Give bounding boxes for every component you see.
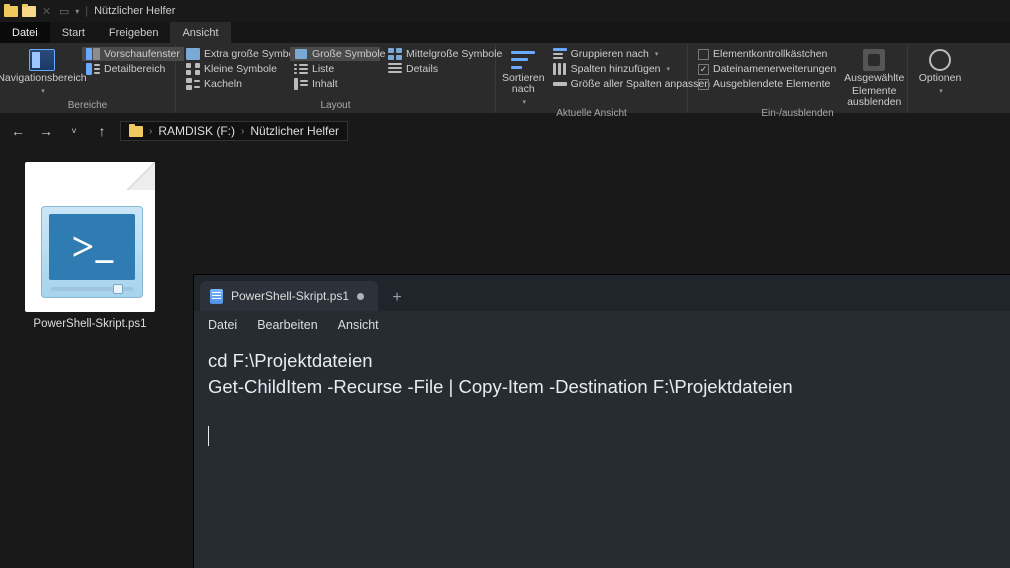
add-columns-icon <box>553 63 567 75</box>
group-by-icon <box>553 48 567 60</box>
options-icon <box>929 49 951 71</box>
hide-selected-button[interactable]: Ausgewählte Elemente ausblenden <box>844 47 904 108</box>
editor-menu-bearbeiten[interactable]: Bearbeiten <box>257 318 317 332</box>
group-label-options <box>908 100 1010 113</box>
layout-list[interactable]: Liste <box>290 62 380 76</box>
document-icon <box>210 289 223 304</box>
group-label-current-view: Aktuelle Ansicht <box>496 108 687 121</box>
unsaved-indicator-icon <box>357 293 364 300</box>
qat-separator: ✕ <box>40 5 53 18</box>
hide-selected-icon <box>863 49 885 71</box>
sort-by-button[interactable]: Sortieren nach ▾ <box>502 47 545 108</box>
layout-list-icon <box>294 63 308 75</box>
layout-md[interactable]: Mittelgroße Symbole <box>384 47 496 61</box>
preview-pane-label: Vorschaufenster <box>104 48 180 60</box>
options-button[interactable]: Optionen ▾ <box>914 47 966 97</box>
window-title: Nützlicher Helfer <box>94 5 175 17</box>
address-folder-icon <box>129 126 143 137</box>
layout-tile-icon <box>186 78 200 90</box>
ribbon-tabs: Datei Start Freigeben Ansicht <box>0 22 1010 44</box>
layout-lg[interactable]: Große Symbole <box>290 47 380 61</box>
layout-details-icon <box>388 63 402 75</box>
nav-pane-label: Navigationsbereich <box>0 73 87 84</box>
layout-content[interactable]: Inhalt <box>290 77 380 91</box>
details-pane-button[interactable]: Detailbereich <box>82 62 184 76</box>
qat-properties-icon[interactable]: ▭ <box>57 4 71 18</box>
nav-back-button[interactable]: ← <box>8 123 28 139</box>
item-checkboxes-toggle[interactable]: Elementkontrollkästchen <box>694 47 840 61</box>
checkbox-empty-icon <box>698 79 709 90</box>
details-pane-icon <box>86 63 100 75</box>
qat-customize-icon[interactable]: ▾ <box>75 7 79 16</box>
nav-forward-button[interactable]: → <box>36 123 56 139</box>
layout-md-icon <box>388 48 402 60</box>
tab-datei[interactable]: Datei <box>0 22 50 43</box>
checkbox-empty-icon <box>698 49 709 60</box>
preview-pane-button[interactable]: Vorschaufenster <box>82 47 184 61</box>
editor-line-1: cd F:\Projektdateien <box>208 350 373 371</box>
layout-xl-icon <box>186 48 200 60</box>
editor-menu-ansicht[interactable]: Ansicht <box>338 318 379 332</box>
address-bar[interactable]: › RAMDISK (F:) › Nützlicher Helfer <box>120 121 348 141</box>
sort-by-label: Sortieren nach <box>502 73 545 95</box>
text-cursor <box>208 426 209 446</box>
layout-sm-icon <box>186 63 200 75</box>
preview-pane-icon <box>86 48 100 60</box>
size-columns-icon <box>553 78 567 90</box>
layout-xl[interactable]: Extra große Symbole <box>182 47 286 61</box>
nav-pane-button[interactable]: Navigationsbereich ▾ <box>6 47 78 97</box>
layout-sm[interactable]: Kleine Symbole <box>182 62 286 76</box>
editor-tab-strip: PowerShell-Skript.ps1 + <box>194 275 1010 311</box>
editor-menu-datei[interactable]: Datei <box>208 318 237 332</box>
layout-lg-icon <box>294 48 308 60</box>
editor-text-area[interactable]: cd F:\Projektdateien Get-ChildItem -Recu… <box>194 339 1010 568</box>
breadcrumb-current[interactable]: Nützlicher Helfer <box>250 124 339 138</box>
nav-recent-dropdown[interactable]: ˅ <box>64 126 84 136</box>
sort-icon <box>511 49 535 71</box>
editor-window: PowerShell-Skript.ps1 + Datei Bearbeiten… <box>194 275 1010 568</box>
app-folder-icon <box>4 4 18 18</box>
titlebar: ✕ ▭ ▾ | Nützlicher Helfer <box>0 0 1010 22</box>
file-name-label: PowerShell-Skript.ps1 <box>20 318 160 330</box>
nav-pane-icon <box>29 49 55 71</box>
layout-tile[interactable]: Kacheln <box>182 77 286 91</box>
editor-tab-active[interactable]: PowerShell-Skript.ps1 <box>200 281 378 311</box>
editor-line-2: Get-ChildItem -Recurse -File | Copy-Item… <box>208 376 793 397</box>
layout-content-icon <box>294 78 308 90</box>
ps1-file-icon: > <box>25 162 155 312</box>
group-label-layout: Layout <box>176 100 495 113</box>
layout-details[interactable]: Details <box>384 62 496 76</box>
editor-menu-bar: Datei Bearbeiten Ansicht <box>194 311 1010 339</box>
group-label-bereiche: Bereiche <box>0 100 175 113</box>
ribbon: Navigationsbereich ▾ Vorschaufenster Det… <box>0 44 1010 114</box>
options-label: Optionen <box>919 73 962 84</box>
nav-up-button[interactable]: ↑ <box>92 123 112 139</box>
tab-start[interactable]: Start <box>50 22 97 43</box>
file-ext-toggle[interactable]: ✓Dateinamenerweiterungen <box>694 62 840 76</box>
tab-ansicht[interactable]: Ansicht <box>170 22 230 43</box>
editor-tab-title: PowerShell-Skript.ps1 <box>231 289 349 303</box>
hidden-items-toggle[interactable]: Ausgeblendete Elemente <box>694 77 840 91</box>
group-label-showhide: Ein-/ausblenden <box>688 108 907 121</box>
editor-new-tab-button[interactable]: + <box>384 289 410 311</box>
file-item-ps1[interactable]: > PowerShell-Skript.ps1 <box>20 162 160 330</box>
breadcrumb-root[interactable]: RAMDISK (F:) <box>158 124 235 138</box>
checkbox-checked-icon: ✓ <box>698 64 709 75</box>
quick-access-new-folder-icon[interactable] <box>22 4 36 18</box>
tab-freigeben[interactable]: Freigeben <box>97 22 171 43</box>
details-pane-label: Detailbereich <box>104 63 165 75</box>
